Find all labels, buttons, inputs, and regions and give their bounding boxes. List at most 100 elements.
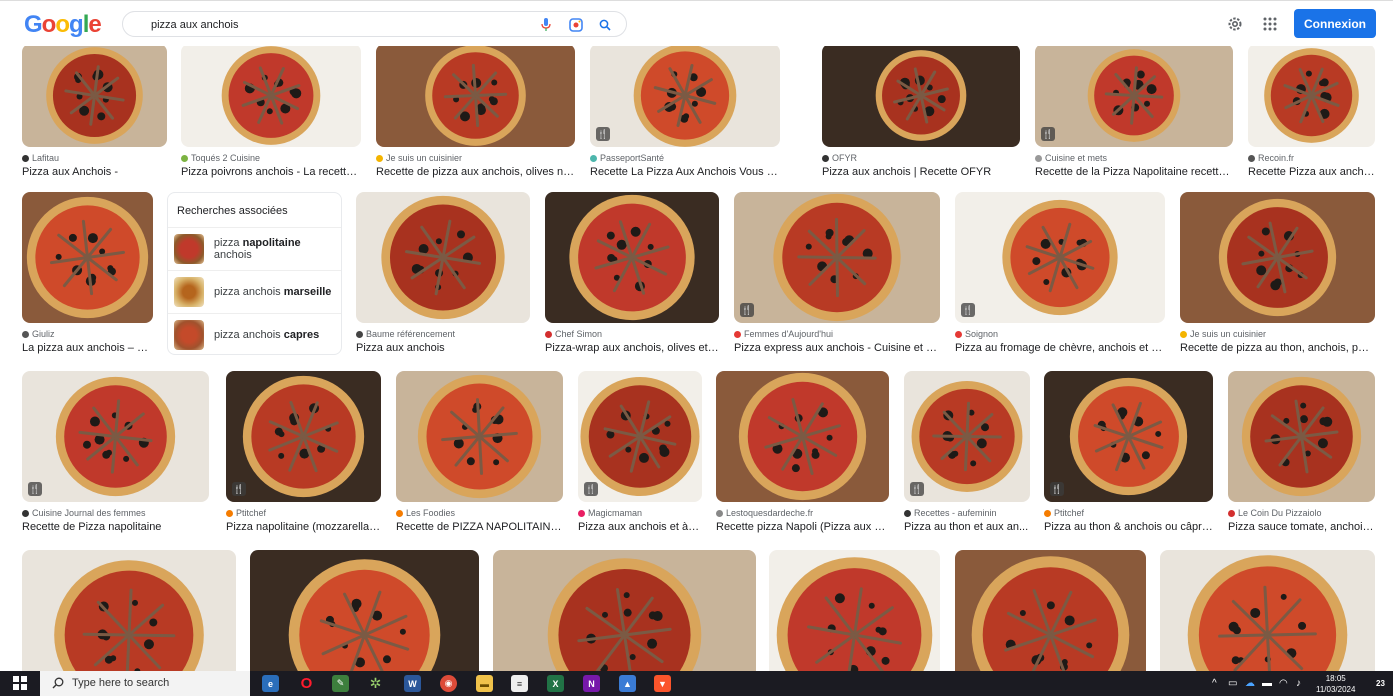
result-title[interactable]: Pizza express aux anchois - Cuisine et R… [734, 342, 940, 354]
result-thumbnail[interactable] [1180, 192, 1375, 323]
result-source[interactable]: Toqués 2 Cuisine [181, 153, 361, 164]
result-title[interactable]: Recette de pizza aux anchois, olives noi… [376, 166, 575, 178]
brave-app-icon[interactable]: ▼ [654, 675, 671, 692]
result-title[interactable]: Pizza poivrons anchois - La recette ... [181, 166, 361, 178]
image-result[interactable]: Giuliz La pizza aux anchois – G... [22, 192, 153, 354]
image-result[interactable]: Je suis un cuisinier Recette de pizza au… [376, 44, 575, 178]
result-thumbnail[interactable] [1248, 44, 1375, 147]
image-result[interactable]: 🍴 PasseportSanté Recette La Pizza Aux An… [590, 44, 780, 178]
result-source[interactable]: PasseportSanté [590, 153, 780, 164]
result-title[interactable]: Pizza aux anchois | Recette OFYR [822, 166, 1020, 178]
apps-grid-icon[interactable] [1260, 14, 1280, 34]
result-source[interactable]: Cuisine Journal des femmes [22, 508, 209, 519]
image-result[interactable]: 🍴 Ptitchef Pizza au thon & anchois ou câ… [1044, 371, 1213, 533]
image-result[interactable]: Chef Simon Pizza-wrap aux anchois, olive… [545, 192, 719, 354]
result-title[interactable]: Pizza au fromage de chèvre, anchois et o… [955, 342, 1165, 354]
notification-center-icon[interactable]: 23 [1372, 675, 1389, 692]
edge-app-icon[interactable]: e [262, 675, 279, 692]
result-source[interactable]: Lafitau [22, 153, 167, 164]
image-result[interactable] [1160, 550, 1375, 680]
image-result[interactable]: 🍴 Magicmaman Pizza aux anchois et à l... [578, 371, 702, 533]
image-result[interactable]: Lafitau Pizza aux Anchois - [22, 44, 167, 178]
result-thumbnail[interactable]: 🍴 [226, 371, 381, 502]
windows-start-icon[interactable] [13, 676, 27, 690]
result-title[interactable]: Recette de Pizza napolitaine [22, 521, 209, 533]
google-logo[interactable]: Google [24, 11, 102, 39]
volume-icon[interactable]: ♪ [1296, 678, 1301, 689]
result-thumbnail[interactable] [22, 192, 153, 323]
onenote-app-icon[interactable]: N [583, 675, 600, 692]
image-result[interactable]: Lestoquesdardeche.fr Recette pizza Napol… [716, 371, 889, 533]
result-thumbnail[interactable] [716, 371, 889, 502]
taskbar-search-box[interactable]: Type here to search [40, 671, 250, 696]
image-result[interactable]: Je suis un cuisinier Recette de pizza au… [1180, 192, 1375, 354]
result-source[interactable]: Je suis un cuisinier [1180, 329, 1375, 340]
result-source[interactable]: Magicmaman [578, 508, 702, 519]
result-source[interactable]: Recoin.fr [1248, 153, 1375, 164]
result-thumbnail[interactable] [1228, 371, 1375, 502]
battery-icon[interactable]: ▬ [1262, 678, 1272, 689]
result-title[interactable]: Pizza napolitaine (mozzarella, ... [226, 521, 381, 533]
result-thumbnail[interactable]: 🍴 [22, 371, 209, 502]
result-title[interactable]: Recette de PIZZA NAPOLITAINE ... [396, 521, 563, 533]
opera-app-icon[interactable]: O [298, 675, 315, 692]
wifi-icon[interactable]: ◠ [1279, 678, 1288, 689]
paint-app-icon[interactable]: ✎ [332, 675, 349, 692]
lens-camera-icon[interactable] [567, 16, 584, 33]
result-thumbnail[interactable]: 🍴 [1035, 44, 1233, 147]
result-title[interactable]: Recette Pizza aux ancho... [1248, 166, 1375, 178]
image-result[interactable] [250, 550, 479, 680]
image-result[interactable]: OFYR Pizza aux anchois | Recette OFYR [822, 44, 1020, 178]
image-result[interactable]: Toqués 2 Cuisine Pizza poivrons anchois … [181, 44, 361, 178]
search-input[interactable] [151, 16, 531, 33]
result-thumbnail[interactable] [396, 371, 563, 502]
result-title[interactable]: Pizza-wrap aux anchois, olives et c... [545, 342, 719, 354]
result-title[interactable]: Pizza au thon & anchois ou câpre... [1044, 521, 1213, 533]
search-icon[interactable] [596, 16, 613, 33]
result-source[interactable]: Les Foodies [396, 508, 563, 519]
image-result[interactable]: Recoin.fr Recette Pizza aux ancho... [1248, 44, 1375, 178]
result-thumbnail[interactable] [181, 44, 361, 147]
result-thumbnail[interactable] [955, 550, 1146, 680]
result-title[interactable]: Pizza sauce tomate, anchois ... [1228, 521, 1375, 533]
image-result[interactable]: 🍴 Soignon Pizza au fromage de chèvre, an… [955, 192, 1165, 354]
related-search-item[interactable]: pizza anchois marseille [168, 270, 341, 313]
photos-app-icon[interactable]: ▲ [619, 675, 636, 692]
result-source[interactable]: Cuisine et mets [1035, 153, 1233, 164]
result-thumbnail[interactable] [493, 550, 756, 680]
notepad-app-icon[interactable]: ≡ [511, 675, 528, 692]
sign-in-button[interactable]: Connexion [1294, 9, 1376, 38]
result-title[interactable]: La pizza aux anchois – G... [22, 342, 153, 354]
image-result[interactable]: Baume référencement Pizza aux anchois [356, 192, 530, 354]
result-source[interactable]: Ptitchef [1044, 508, 1213, 519]
related-search-item[interactable]: pizza napolitaine anchois [168, 227, 341, 270]
result-title[interactable]: Pizza aux Anchois - [22, 166, 167, 178]
image-result[interactable]: 🍴 Ptitchef Pizza napolitaine (mozzarella… [226, 371, 381, 533]
result-source[interactable]: Recettes - aufeminin [904, 508, 1030, 519]
result-source[interactable]: OFYR [822, 153, 1020, 164]
related-search-item[interactable]: pizza anchois capres [168, 313, 341, 356]
image-result[interactable] [493, 550, 756, 680]
image-result[interactable]: 🍴 Cuisine Journal des femmes Recette de … [22, 371, 209, 533]
image-result[interactable]: Les Foodies Recette de PIZZA NAPOLITAINE… [396, 371, 563, 533]
result-title[interactable]: Pizza aux anchois et à l... [578, 521, 702, 533]
result-title[interactable]: Recette pizza Napoli (Pizza aux an... [716, 521, 889, 533]
image-result[interactable]: 🍴 Cuisine et mets Recette de la Pizza Na… [1035, 44, 1233, 178]
result-source[interactable]: Femmes d'Aujourd'hui [734, 329, 940, 340]
file-explorer-icon[interactable]: ▬ [476, 675, 493, 692]
result-source[interactable]: Soignon [955, 329, 1165, 340]
xbox-app-icon[interactable]: ✲ [367, 675, 384, 692]
result-title[interactable]: Recette de pizza au thon, anchois, poiv.… [1180, 342, 1375, 354]
result-title[interactable]: Recette La Pizza Aux Anchois Vous Rappro… [590, 166, 780, 178]
result-thumbnail[interactable] [356, 192, 530, 323]
word-app-icon[interactable]: W [404, 675, 421, 692]
result-thumbnail[interactable] [22, 44, 167, 147]
image-result[interactable]: Le Coin Du Pizzaiolo Pizza sauce tomate,… [1228, 371, 1375, 533]
onedrive-icon[interactable]: ☁ [1245, 678, 1255, 689]
result-title[interactable]: Pizza aux anchois [356, 342, 530, 354]
result-source[interactable]: Giuliz [22, 329, 153, 340]
result-thumbnail[interactable] [1160, 550, 1375, 680]
result-source[interactable]: Baume référencement [356, 329, 530, 340]
settings-gear-icon[interactable] [1225, 14, 1245, 34]
result-thumbnail[interactable] [376, 44, 575, 147]
